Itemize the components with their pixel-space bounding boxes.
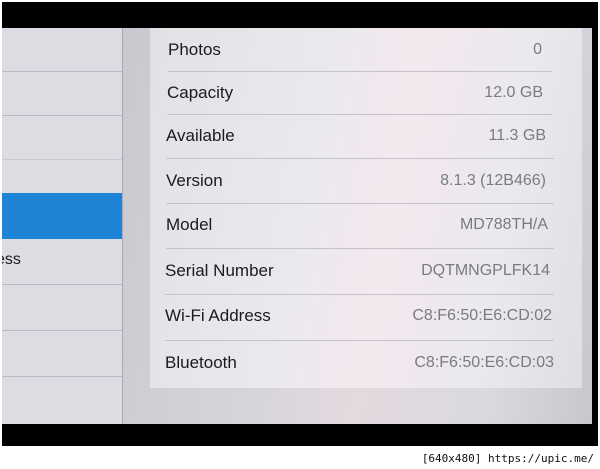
row-label: Model xyxy=(166,215,213,234)
sidebar-item[interactable] xyxy=(2,285,122,331)
photo-of-screen: ess Photos 0 Capacity 12. xyxy=(2,2,598,446)
about-table: Photos 0 Capacity 12.0 GB Available 11.3… xyxy=(150,28,582,388)
sidebar-item-selected[interactable] xyxy=(2,193,122,239)
sidebar-item[interactable] xyxy=(2,72,122,116)
row-value: C8:F6:50:E6:CD:03 xyxy=(414,354,554,371)
row-label: Serial Number xyxy=(165,261,274,280)
about-row-version: Version 8.1.3 (12B466) xyxy=(150,159,582,203)
about-row-available: Available 11.3 GB xyxy=(150,114,582,158)
row-value: 12.0 GB xyxy=(484,84,543,101)
about-row-photos: Photos 0 xyxy=(150,28,582,72)
row-value: MD788TH/A xyxy=(459,216,548,233)
ipad-screen: ess Photos 0 Capacity 12. xyxy=(2,28,592,424)
about-row-wifi-address: Wi-Fi Address C8:F6:50:E6:CD:02 xyxy=(150,294,582,338)
source-watermark: [640x480] https://upic.me/ xyxy=(421,452,594,465)
image-frame: ess Photos 0 Capacity 12. xyxy=(0,0,600,469)
sidebar-item[interactable] xyxy=(2,28,122,72)
row-value: 8.1.3 (12B466) xyxy=(440,172,546,189)
row-value: DQTMNGPLFK14 xyxy=(421,262,550,279)
about-row-serial-number: Serial Number DQTMNGPLFK14 xyxy=(150,249,582,293)
row-value: 0 xyxy=(533,41,542,58)
row-label: Photos xyxy=(168,40,221,59)
sidebar-item[interactable] xyxy=(2,116,122,160)
about-row-capacity: Capacity 12.0 GB xyxy=(150,71,582,115)
sidebar-item-label: ess xyxy=(2,251,21,268)
row-label: Capacity xyxy=(167,83,234,102)
about-row-bluetooth: Bluetooth C8:F6:50:E6:CD:03 xyxy=(150,341,582,385)
row-label: Version xyxy=(166,171,223,190)
sidebar-item-address[interactable]: ess xyxy=(2,239,122,285)
row-value: C8:F6:50:E6:CD:02 xyxy=(412,307,552,324)
sidebar-item[interactable] xyxy=(2,331,122,377)
row-value: 11.3 GB xyxy=(488,127,546,144)
row-label: Available xyxy=(166,126,235,145)
row-label: Bluetooth xyxy=(165,353,237,372)
row-label: Wi-Fi Address xyxy=(165,306,271,325)
settings-sidebar: ess xyxy=(2,28,123,424)
about-row-model: Model MD788TH/A xyxy=(150,203,582,247)
